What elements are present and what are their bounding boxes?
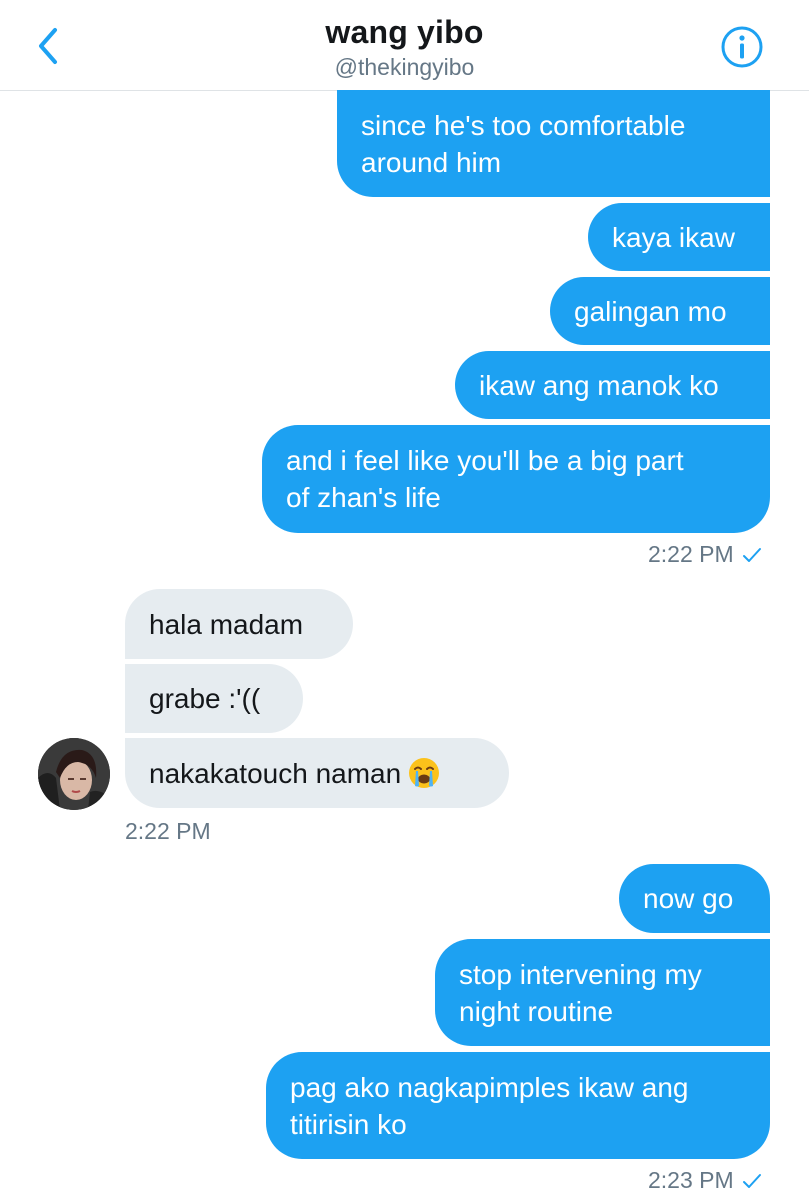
timestamp-text: 2:23 PM xyxy=(648,1167,734,1193)
message-timestamp: 2:23 PM xyxy=(648,1167,762,1194)
outgoing-message[interactable]: kaya ikaw xyxy=(588,203,770,271)
message-text: nakakatouch naman xyxy=(149,757,402,789)
outgoing-message[interactable]: since he's too comfortable around him xyxy=(337,90,770,197)
outgoing-message[interactable]: and i feel like you'll be a big part of … xyxy=(262,425,770,533)
outgoing-message[interactable]: ikaw ang manok ko xyxy=(455,351,770,419)
message-text: hala madam xyxy=(149,608,304,640)
incoming-message[interactable]: hala madam xyxy=(125,589,353,659)
checkmark-icon xyxy=(742,547,761,562)
outgoing-message[interactable]: now go xyxy=(619,864,770,933)
outgoing-message[interactable]: galingan mo xyxy=(550,277,770,345)
message-timestamp: 2:22 PM xyxy=(648,541,762,568)
message-text-line: around him xyxy=(361,146,502,178)
message-text-line: titirisin ko xyxy=(290,1108,407,1140)
message-text: kaya ikaw xyxy=(612,221,735,253)
timestamp-text: 2:22 PM xyxy=(648,541,734,567)
message-text-line: night routine xyxy=(459,995,614,1027)
info-button[interactable] xyxy=(720,25,764,69)
incoming-message[interactable]: grabe :'(( xyxy=(125,664,303,733)
message-text: now go xyxy=(643,883,734,914)
conversation-title: wang yibo xyxy=(325,14,484,50)
conversation-header: wang yibo @thekingyibo xyxy=(0,0,809,91)
message-text: galingan mo xyxy=(574,295,727,327)
message-text-line: since he's too comfortable xyxy=(361,109,686,141)
profile-photo xyxy=(38,738,110,810)
timestamp-text: 2:22 PM xyxy=(125,818,211,844)
avatar[interactable] xyxy=(38,738,110,810)
checkmark-icon xyxy=(742,1173,761,1188)
message-text-line: of zhan's life xyxy=(286,482,441,513)
outgoing-message[interactable]: stop intervening my night routine xyxy=(435,939,770,1046)
message-text-line: and i feel like you'll be a big part xyxy=(286,445,684,476)
incoming-message[interactable]: nakakatouch naman xyxy=(125,738,509,808)
message-text: grabe :'(( xyxy=(149,683,261,714)
message-timestamp: 2:22 PM xyxy=(125,818,211,845)
message-text-line: pag ako nagkapimples ikaw ang xyxy=(290,1071,689,1103)
message-text: ikaw ang manok ko xyxy=(479,369,719,401)
outgoing-message[interactable]: pag ako nagkapimples ikaw ang titirisin … xyxy=(266,1052,770,1159)
message-text-line: stop intervening my xyxy=(459,958,702,990)
info-icon xyxy=(721,26,763,68)
loudly-crying-face-icon xyxy=(409,758,440,788)
conversation-handle: @thekingyibo xyxy=(334,54,475,80)
